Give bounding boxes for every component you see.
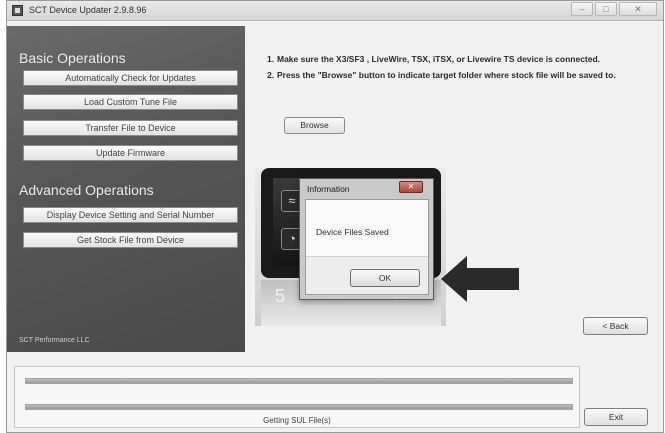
display-device-setting-button[interactable]: Display Device Setting and Serial Number (23, 207, 238, 223)
progress-bar-top (25, 378, 573, 384)
back-button[interactable]: < Back (583, 317, 648, 335)
app-icon (12, 5, 23, 16)
company-footer: SCT Performance LLC (19, 337, 90, 344)
basic-operations-title: Basic Operations (19, 50, 126, 66)
step-text: Make sure the X3/SF3 , LiveWire, TSX, iT… (277, 54, 601, 64)
close-window-button[interactable]: ✕ (619, 2, 657, 16)
instruction-step: 1. Make sure the X3/SF3 , LiveWire, TSX,… (267, 54, 647, 64)
load-custom-tune-button[interactable]: Load Custom Tune File (23, 94, 238, 110)
auto-check-updates-button[interactable]: Automatically Check for Updates (23, 70, 238, 86)
browse-button[interactable]: Browse (284, 117, 345, 134)
progress-bar-bottom (25, 404, 573, 410)
status-text: Getting SUL File(s) (263, 416, 331, 425)
maximize-button[interactable]: □ (595, 2, 617, 16)
dialog-message: Device Files Saved (316, 227, 389, 237)
instructions: 1. Make sure the X3/SF3 , LiveWire, TSX,… (267, 54, 647, 86)
ok-button[interactable]: OK (350, 269, 420, 287)
instruction-step: 2. Press the "Browse" button to indicate… (267, 70, 647, 80)
operations-panel: Basic Operations Automatically Check for… (7, 26, 245, 352)
information-dialog: Information ✕ Device Files Saved OK (299, 178, 434, 300)
dialog-body: Device Files Saved OK (305, 199, 429, 295)
progress-fill (26, 405, 572, 409)
arrow-left-icon (441, 256, 519, 302)
dialog-close-button[interactable]: ✕ (399, 181, 423, 193)
window-controls: – □ ✕ (571, 2, 657, 16)
status-area: Getting SUL File(s) (14, 366, 580, 428)
reflection-glyph: 5 (275, 286, 286, 306)
update-firmware-button[interactable]: Update Firmware (23, 145, 238, 161)
transfer-file-button[interactable]: Transfer File to Device (23, 120, 238, 136)
step-number: 1. (267, 54, 275, 64)
title-bar[interactable]: SCT Device Updater 2.9.8.96 – □ ✕ (7, 1, 663, 21)
step-text: Press the "Browse" button to indicate ta… (277, 70, 616, 80)
progress-fill (26, 379, 572, 383)
dialog-footer: OK (306, 256, 428, 294)
step-number: 2. (267, 70, 275, 80)
advanced-operations-title: Advanced Operations (19, 182, 154, 198)
get-stock-file-button[interactable]: Get Stock File from Device (23, 232, 238, 248)
minimize-button[interactable]: – (571, 2, 593, 16)
window-title: SCT Device Updater 2.9.8.96 (29, 5, 147, 15)
exit-button[interactable]: Exit (584, 408, 648, 426)
